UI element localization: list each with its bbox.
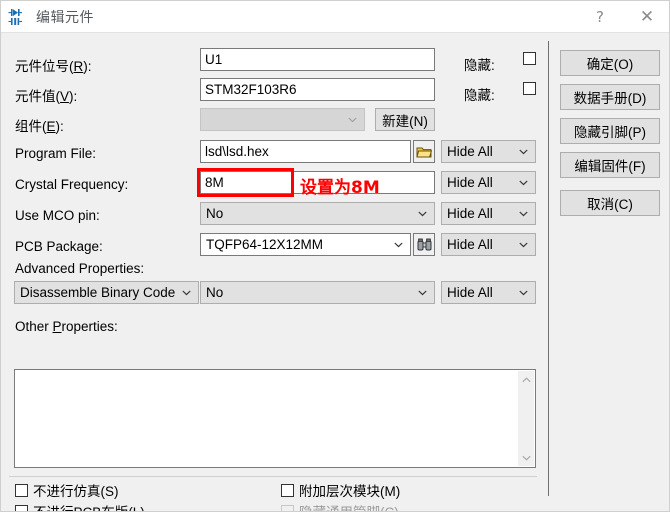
browse-file-button[interactable] (413, 140, 435, 163)
checkbox-attach-hierarchy-module[interactable]: 附加层次模块(M) (281, 480, 400, 500)
reference-input[interactable]: U1 (200, 48, 435, 71)
chevron-down-icon (515, 242, 532, 248)
checkbox-label: 不进行仿真(S) (33, 484, 119, 499)
chevron-down-icon (390, 242, 407, 248)
crystal-frequency-visibility-combo[interactable]: Hide All (441, 171, 536, 194)
ok-button[interactable]: 确定(O) (560, 50, 660, 76)
reference-hidden-checkbox[interactable] (523, 52, 536, 65)
other-properties-scrollbar[interactable] (518, 371, 534, 466)
use-mco-pin-label: Use MCO pin: (15, 208, 100, 223)
close-button[interactable]: ✕ (623, 1, 669, 32)
chevron-down-icon (414, 290, 431, 296)
title-bar: 编辑元件 ? ✕ (1, 1, 669, 32)
edit-firmware-button[interactable]: 编辑固件(F) (560, 152, 660, 178)
crystal-frequency-visibility-value: Hide All (447, 175, 493, 190)
component-icon (8, 8, 22, 25)
chevron-down-icon (515, 149, 532, 155)
value-hidden-label: 隐藏: (464, 88, 495, 103)
help-button[interactable]: ? (577, 1, 623, 32)
chevron-down-icon (515, 180, 532, 186)
program-file-input[interactable]: lsd\lsd.hex (200, 140, 411, 163)
advanced-properties-label: Advanced Properties: (15, 261, 145, 276)
checkbox-box (281, 504, 294, 511)
advanced-property-value: Disassemble Binary Code (20, 285, 176, 300)
checkbox-hide-common-pins: 隐藏通用管脚(C) (281, 501, 399, 511)
datasheet-button[interactable]: 数据手册(D) (560, 84, 660, 110)
use-mco-pin-visibility-combo[interactable]: Hide All (441, 202, 536, 225)
folder-open-icon (416, 147, 432, 157)
scroll-down-icon[interactable] (518, 449, 534, 466)
crystal-frequency-annotation: 设置为8M (300, 178, 380, 198)
pcb-package-visibility-combo[interactable]: Hide All (441, 233, 536, 256)
binoculars-icon (417, 238, 431, 251)
panel-divider (548, 41, 549, 496)
chevron-down-icon (178, 290, 195, 296)
reference-hidden-label: 隐藏: (464, 58, 495, 73)
checkbox-no-simulation[interactable]: 不进行仿真(S) (15, 480, 119, 500)
checkbox-box[interactable] (15, 483, 28, 497)
dialog-body: 元件位号(R): U1 隐藏: 元件值(V): STM32F103R6 隐藏: … (1, 33, 669, 511)
advanced-properties-visibility-value: Hide All (447, 285, 493, 300)
hidden-pins-button[interactable]: 隐藏引脚(P) (560, 118, 660, 144)
advanced-property-setting-combo[interactable]: No (200, 281, 435, 304)
pcb-package-value: TQFP64-12X12MM (206, 237, 324, 252)
checkbox-label: 附加层次模块(M) (299, 484, 401, 499)
checkbox-label: 隐藏通用管脚(C) (299, 501, 399, 511)
advanced-property-combo[interactable]: Disassemble Binary Code (14, 281, 199, 304)
advanced-properties-visibility-combo[interactable]: Hide All (441, 281, 536, 304)
other-properties-label: Other Properties: (15, 319, 118, 334)
use-mco-pin-visibility-value: Hide All (447, 206, 493, 221)
pcb-package-visibility-value: Hide All (447, 237, 493, 252)
value-label: 元件值(V): (15, 89, 78, 104)
reference-label: 元件位号(R): (15, 59, 92, 74)
chevron-down-icon (515, 211, 532, 217)
element-combo[interactable] (200, 108, 365, 131)
value-hidden-checkbox[interactable] (523, 82, 536, 95)
bottom-divider (9, 476, 537, 477)
pcb-package-label: PCB Package: (15, 239, 103, 254)
crystal-frequency-label: Crystal Frequency: (15, 177, 129, 192)
program-file-visibility-value: Hide All (447, 144, 493, 159)
checkbox-box[interactable] (281, 483, 294, 497)
scroll-up-icon[interactable] (518, 371, 534, 388)
window-title: 编辑元件 (36, 9, 94, 26)
other-properties-textarea[interactable] (14, 369, 536, 468)
program-file-label: Program File: (15, 146, 97, 161)
element-label: 组件(E): (15, 119, 64, 134)
chevron-down-icon (414, 211, 431, 217)
use-mco-pin-combo[interactable]: No (200, 202, 435, 225)
chevron-down-icon (515, 290, 532, 296)
program-file-visibility-combo[interactable]: Hide All (441, 140, 536, 163)
chevron-down-icon (344, 117, 361, 123)
pcb-package-combo[interactable]: TQFP64-12X12MM (200, 233, 411, 256)
edit-component-dialog: 编辑元件 ? ✕ 元件位号(R): U1 隐藏: 元件值(V): STM32F1… (0, 0, 670, 512)
clipped-red-annotation (23, 505, 138, 511)
new-element-button[interactable]: 新建(N) (375, 108, 435, 131)
advanced-property-setting-value: No (206, 285, 224, 300)
use-mco-pin-value: No (206, 206, 224, 221)
cancel-button[interactable]: 取消(C) (560, 190, 660, 216)
pcb-package-search-button[interactable] (413, 233, 435, 256)
value-input[interactable]: STM32F103R6 (200, 78, 435, 101)
